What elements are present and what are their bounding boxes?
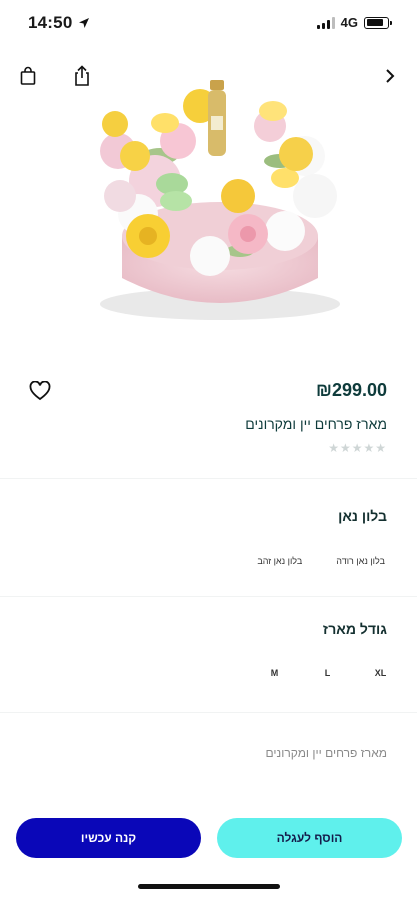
rating-stars: ★★★★★ — [328, 441, 387, 455]
option-balloon-pink[interactable]: בלון נאן רודה — [334, 554, 387, 568]
product-image — [60, 66, 360, 324]
battery-icon — [364, 16, 392, 29]
status-indicators: 4G — [316, 15, 392, 30]
product-description: מארז פרחים יין ומקרונים — [265, 746, 387, 760]
size-option-label: גודל מארז — [322, 621, 387, 637]
divider — [0, 596, 417, 597]
balloon-options: בלון נאן זהב בלון נאן רודה — [255, 554, 387, 568]
divider — [0, 478, 417, 479]
signal-icon — [316, 16, 335, 29]
shopping-bag-icon[interactable] — [10, 58, 46, 94]
divider — [0, 712, 417, 713]
add-to-cart-button[interactable]: הוסף לעגלה — [217, 818, 402, 858]
product-price: ₪299.00 — [316, 380, 387, 400]
price-row: ₪299.00 — [0, 374, 417, 408]
option-size-m[interactable]: M — [248, 666, 301, 680]
network-type: 4G — [340, 15, 358, 30]
size-options: M L XL — [248, 666, 407, 680]
product-title: מארז פרחים יין ומקרונים — [245, 416, 387, 432]
option-size-l[interactable]: L — [301, 666, 354, 680]
chevron-right-icon[interactable] — [372, 58, 408, 94]
location-arrow-icon — [78, 16, 90, 34]
status-bar: 14:50 4G — [0, 0, 417, 46]
buy-now-button[interactable]: קנה עכשיו — [16, 818, 201, 858]
heart-icon[interactable] — [24, 376, 56, 406]
home-indicator[interactable] — [138, 884, 280, 889]
option-balloon-gold[interactable]: בלון נאן זהב — [255, 554, 304, 568]
balloon-option-label: בלון נאן — [338, 508, 387, 524]
status-time: 14:50 — [28, 13, 73, 32]
option-size-xl[interactable]: XL — [354, 666, 407, 680]
